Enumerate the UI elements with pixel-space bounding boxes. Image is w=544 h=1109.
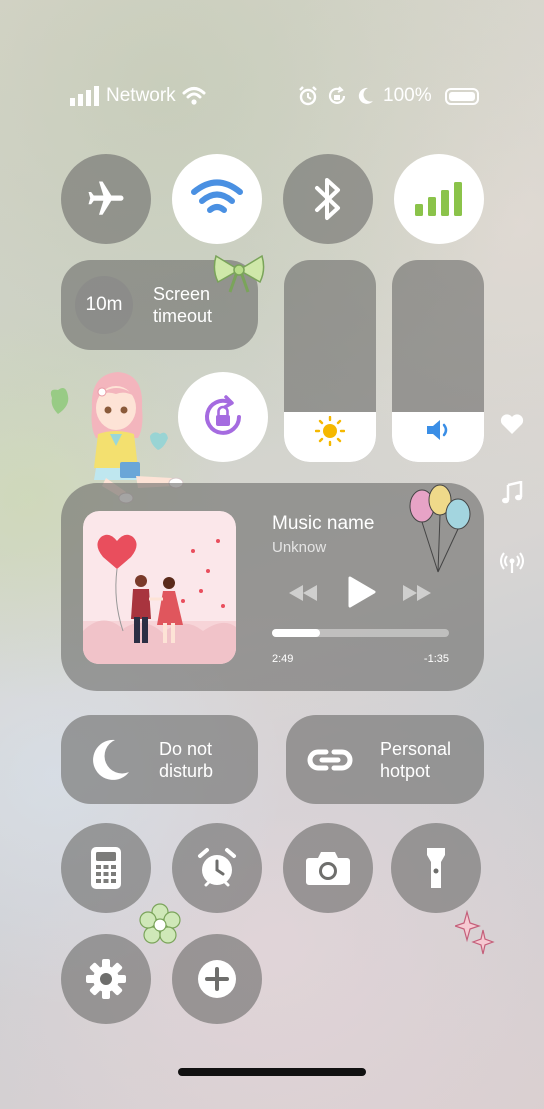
alarm-clock-button[interactable] [172, 823, 262, 913]
carrier-label: Network [106, 85, 176, 106]
timeout-label-line2: timeout [153, 306, 213, 326]
album-art [83, 511, 236, 664]
hotspot-line1: Personal [380, 738, 452, 759]
sun-icon [315, 416, 345, 446]
camera-button[interactable] [283, 823, 373, 913]
playback-progress[interactable] [272, 629, 449, 637]
clock-icon [198, 848, 236, 887]
balloons-sticker [409, 484, 471, 573]
music-note-icon [502, 481, 523, 504]
calculator-button[interactable] [61, 823, 151, 913]
rotation-lock-button[interactable] [178, 372, 268, 462]
dnd-line1: Do not [159, 738, 213, 759]
flashlight-icon [427, 848, 445, 888]
status-right: 100% [298, 84, 479, 108]
track-artist: Unknow [272, 539, 327, 556]
settings-icon [86, 959, 126, 999]
wifi-toggle-button[interactable] [172, 154, 262, 244]
cellular-icon [415, 182, 462, 216]
heart-icon [500, 414, 524, 434]
track-title: Music name [272, 513, 375, 534]
rewind-button[interactable] [287, 583, 319, 603]
moon-icon [358, 87, 373, 104]
airplane-icon [88, 181, 124, 215]
wifi-icon [182, 87, 206, 105]
timeout-value: 10m [75, 276, 133, 334]
rotation-lock-toggle-icon [205, 395, 241, 435]
cellular-data-button[interactable] [394, 154, 484, 244]
flower-sticker [139, 903, 181, 944]
flashlight-button[interactable] [391, 823, 481, 913]
play-button[interactable] [347, 575, 377, 609]
plus-icon [198, 960, 236, 998]
do-not-disturb-tile[interactable]: Do not disturb [61, 715, 258, 804]
dnd-label: Do not disturb [159, 738, 213, 782]
battery-icon [444, 87, 479, 105]
rotation-lock-icon [328, 86, 346, 104]
fast-forward-button[interactable] [401, 583, 433, 603]
add-control-button[interactable] [172, 934, 262, 1024]
personal-hotspot-tile[interactable]: Personal hotpot [286, 715, 484, 804]
airplane-mode-button[interactable] [61, 154, 151, 244]
timeout-label-line1: Screen [153, 284, 211, 304]
wifi-toggle-icon [191, 179, 243, 213]
volume-slider[interactable] [392, 260, 484, 462]
status-left: Network [70, 84, 206, 108]
sparkle-sticker [455, 910, 495, 955]
dnd-line2: disturb [159, 760, 214, 781]
elapsed-time: 2:49 [272, 653, 294, 665]
hotspot-line2: hotpot [380, 760, 431, 781]
speaker-icon [427, 420, 448, 440]
calculator-icon [91, 847, 121, 889]
bow-sticker [213, 254, 265, 293]
link-icon [307, 749, 353, 770]
alarm-icon [299, 86, 317, 106]
remaining-time: -1:35 [423, 653, 449, 665]
home-indicator[interactable] [178, 1068, 366, 1076]
settings-button[interactable] [61, 934, 151, 1024]
moon-dnd-icon [93, 739, 129, 780]
timeout-label: Screen timeout [153, 283, 212, 327]
battery-percent: 100% [383, 85, 432, 106]
hotspot-label: Personal hotpot [380, 738, 451, 782]
camera-icon [306, 852, 350, 885]
bluetooth-icon [315, 178, 340, 220]
brightness-slider[interactable] [284, 260, 376, 462]
signal-icon [70, 86, 99, 106]
broadcast-icon [500, 552, 524, 573]
bluetooth-button[interactable] [283, 154, 373, 244]
